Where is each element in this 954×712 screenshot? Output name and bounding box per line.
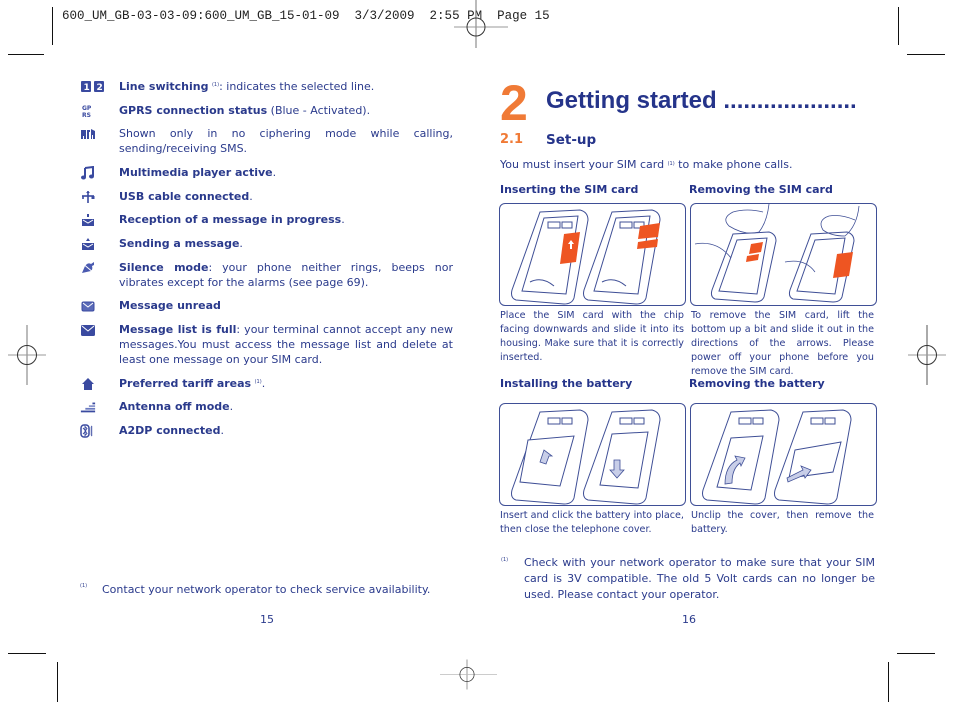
item-label: GPRS connection status [119, 104, 268, 117]
figure-removing-battery [690, 403, 877, 506]
item-label: Multimedia player active [119, 166, 273, 179]
figure-removing-sim [690, 203, 877, 306]
item-label: Sending a message [119, 237, 240, 250]
item-description: Shown only in no ciphering mode while ca… [119, 127, 453, 155]
list-item: GP RS GPRS connection status (Blue - Act… [80, 103, 453, 118]
item-label: Antenna off mode [119, 400, 230, 413]
item-description: : indicates the selected line. [219, 80, 375, 93]
section-number: 2.1 [500, 132, 524, 147]
figure-caption: Insert and click the battery into place,… [500, 510, 684, 535]
crop-mark [888, 662, 889, 702]
music-note-icon [81, 166, 94, 180]
sim-card-icon [746, 254, 759, 262]
svg-text:1: 1 [84, 83, 90, 93]
page-number: 15 [260, 613, 274, 626]
message-receiving-icon [82, 214, 94, 226]
registration-mark-icon [440, 659, 497, 690]
list-item: Multimedia player active. [80, 165, 453, 180]
intro-text: You must insert your SIM card (1) to mak… [500, 158, 793, 171]
chapter-number: 2 [500, 75, 528, 131]
sim-card-icon [749, 242, 763, 254]
figure-heading: Removing the battery [689, 377, 825, 390]
svg-text:2: 2 [97, 83, 103, 93]
footnote-mark: (1) [501, 557, 509, 563]
figure-heading: Installing the battery [500, 377, 633, 390]
crop-mark [8, 54, 44, 55]
footnote-ref: (1) [667, 161, 675, 167]
list-item: Sending a message. [80, 236, 453, 251]
registration-mark-icon [454, 0, 508, 48]
list-item: Antenna off mode. [80, 399, 453, 414]
item-label: Message list is full [119, 323, 237, 336]
footnote-text: Check with your network operator to make… [524, 556, 875, 601]
crop-mark [907, 54, 945, 55]
crop-mark [898, 7, 899, 45]
registration-mark-icon [908, 325, 946, 385]
footnote-text: Contact your network operator to check s… [102, 583, 431, 596]
item-label: Message unread [119, 299, 221, 312]
footnote-ref: (1) [254, 379, 262, 385]
registration-mark-icon [8, 325, 46, 385]
gprs-icon: GP RS [82, 105, 92, 118]
sim-card-icon [833, 252, 853, 278]
message-sending-icon [82, 238, 94, 250]
list-item: USB cable connected. [80, 189, 453, 204]
svg-text:RS: RS [82, 112, 91, 118]
list-item: Message list is full: your terminal cann… [80, 322, 453, 367]
item-label: Line switching [119, 80, 209, 93]
chapter-title: Getting started .................... [546, 87, 857, 114]
home-icon [82, 378, 94, 390]
phone-back-illustration [511, 409, 661, 505]
phone-back-illustration [511, 209, 661, 305]
phone-back-illustration [702, 409, 852, 505]
list-item: Reception of a message in progress. [80, 212, 453, 227]
item-label: Reception of a message in progress [119, 213, 342, 226]
crop-mark [52, 7, 53, 45]
bluetooth-a2dp-icon [80, 424, 93, 438]
list-item: A2DP connected. [80, 423, 453, 438]
arrow-curved-icon [724, 455, 746, 485]
list-item: Message unread [80, 298, 453, 313]
crop-mark [8, 653, 46, 654]
item-label: A2DP connected [119, 424, 221, 437]
crop-mark [57, 662, 58, 702]
item-label: USB cable connected [119, 190, 250, 203]
page-number: 16 [682, 613, 696, 626]
svg-text:GP: GP [82, 105, 92, 112]
list-item: Shown only in no ciphering mode while ca… [80, 126, 453, 156]
sim-card-icon [638, 223, 660, 239]
section-title: Set-up [546, 132, 597, 148]
phone-back-illustration [694, 204, 860, 303]
figure-caption: Unclip the cover, then remove the batter… [691, 510, 874, 535]
list-item: 1 2 Line switching (1): indicates the se… [80, 79, 453, 94]
line-switching-icon: 1 2 [81, 81, 104, 93]
list-item: Silence mode: your phone neither rings, … [80, 260, 453, 290]
list-item: Preferred tariff areas (1). [80, 376, 453, 391]
figure-heading: Inserting the SIM card [500, 183, 639, 196]
footnote-ref: (1) [211, 82, 220, 88]
figure-heading: Removing the SIM card [689, 183, 833, 196]
figure-caption: Place the SIM card with the chip facing … [500, 310, 684, 363]
usb-icon [82, 191, 95, 203]
figure-caption: To remove the SIM card, lift the bottom … [691, 310, 874, 377]
item-description: (Blue - Activated). [267, 104, 371, 117]
silence-mode-icon [81, 262, 95, 274]
figure-installing-battery [499, 403, 686, 506]
envelope-full-icon [81, 325, 95, 336]
footnote-mark: (1) [80, 583, 88, 589]
arrow-down-icon [609, 459, 625, 479]
item-label: Silence mode [119, 261, 209, 274]
no-ciphering-icon [81, 129, 95, 139]
item-label: Preferred tariff areas [119, 377, 252, 390]
envelope-icon [81, 301, 95, 312]
antenna-off-icon [80, 402, 96, 413]
figure-inserting-sim [499, 203, 686, 306]
crop-mark [897, 653, 935, 654]
